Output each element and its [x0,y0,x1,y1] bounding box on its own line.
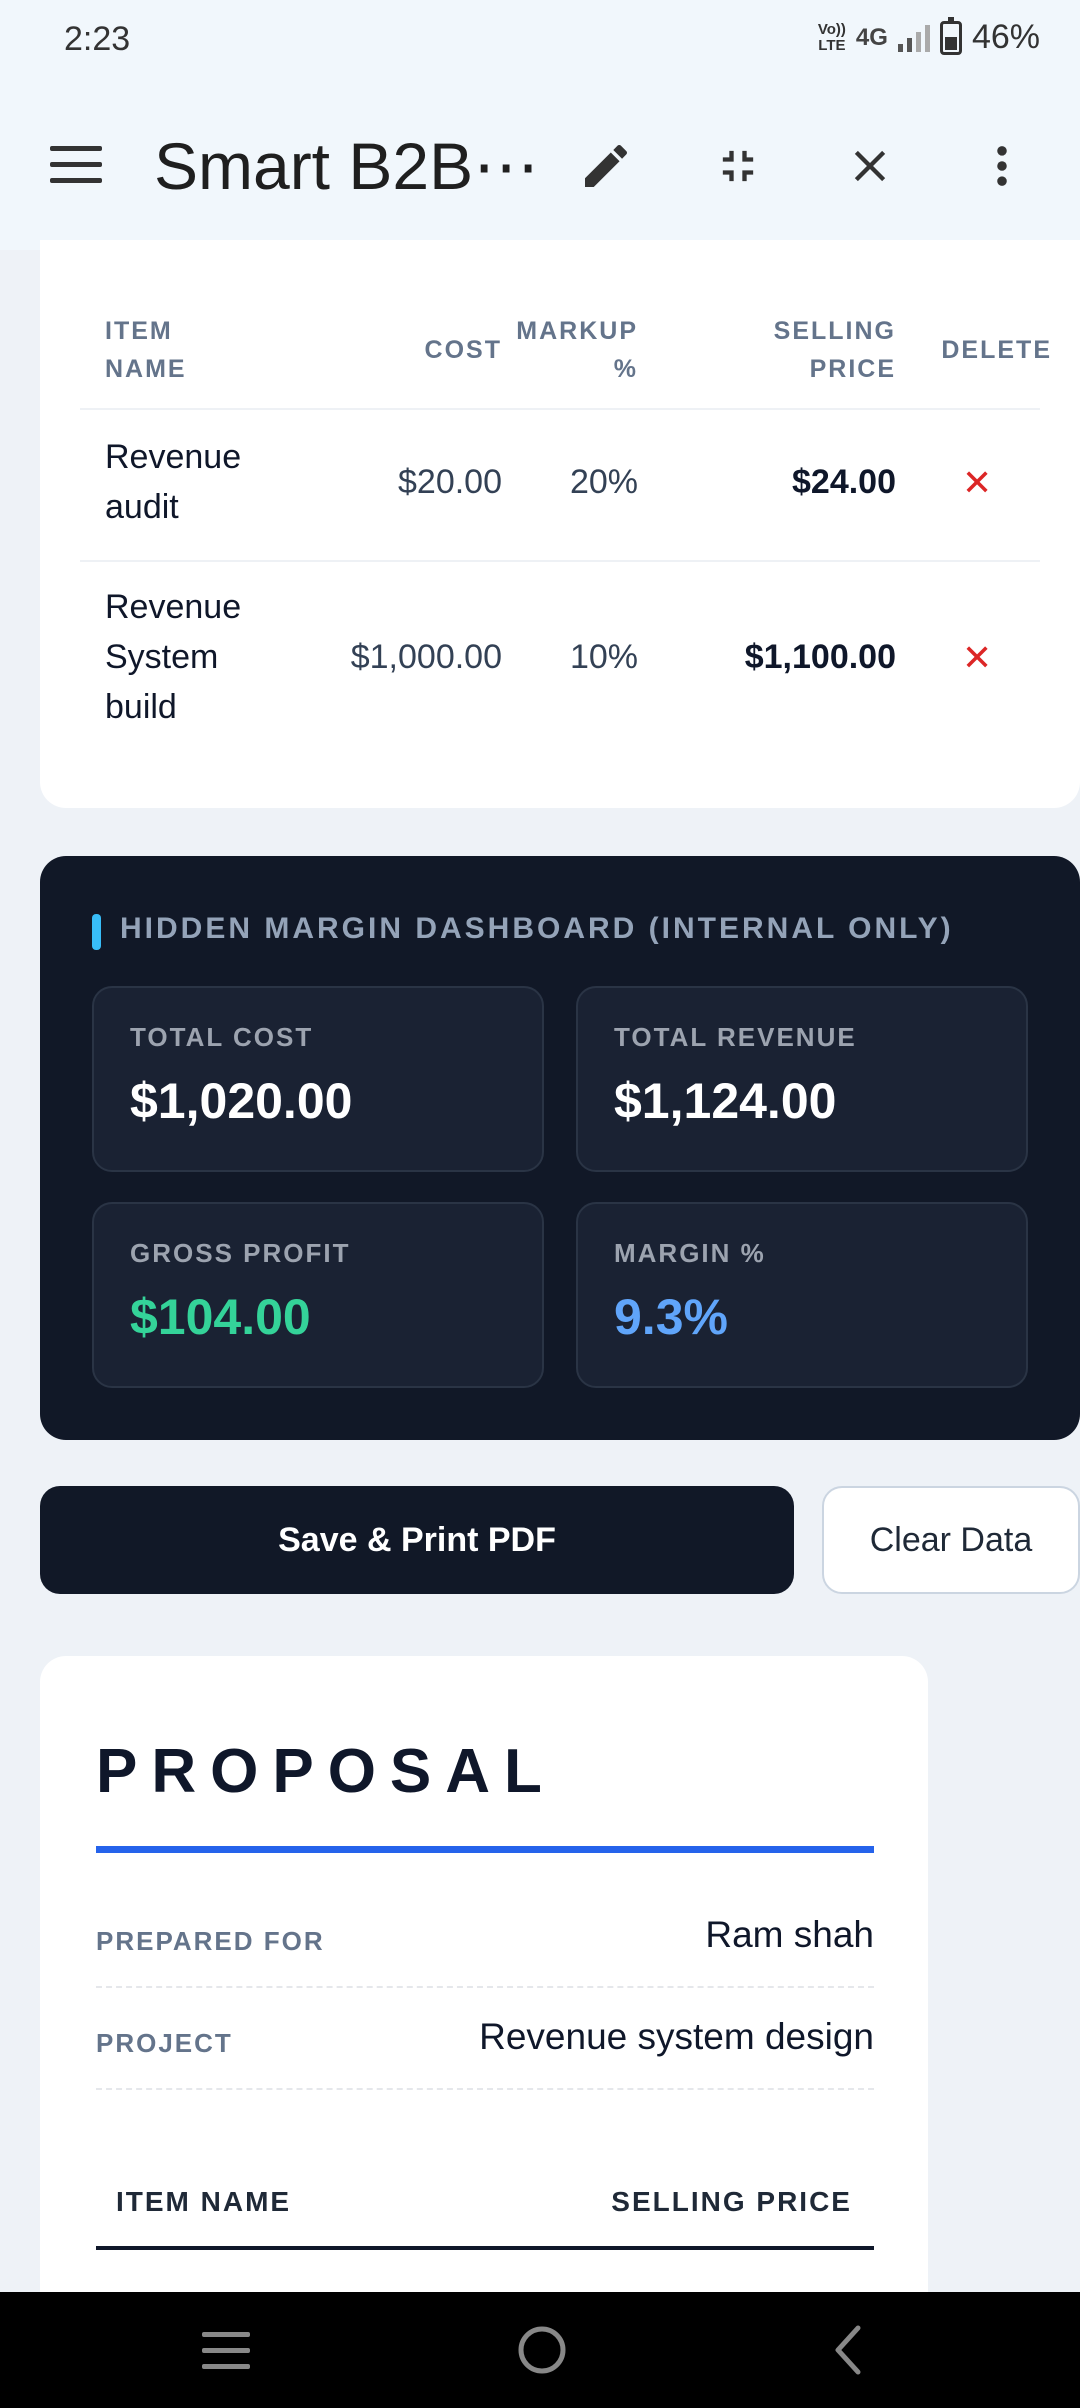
items-table-card: ITEM NAME COST MARKUP% SELLING PRICE DELET… [40,240,1080,808]
save-print-pdf-button[interactable]: Save & Print PDF [40,1486,794,1594]
battery-icon [939,16,962,55]
edit-icon[interactable] [570,130,642,202]
metric-total-revenue: TOTAL REVENUE $1,124.00 [576,986,1028,1172]
row-cost: $1,000.00 [350,638,502,676]
metric-total-cost: TOTAL COST $1,020.00 [92,986,544,1172]
accent-bar [92,914,101,950]
system-nav-bar [0,2292,1080,2408]
prepared-for-value: Ram shah [705,1914,874,1955]
recent-apps-icon[interactable] [200,2330,256,2377]
col-header-selling-price: SELLING PRICE [773,317,896,383]
network-type: 4G [855,23,888,51]
col-header-item-name: ITEM NAME [105,317,187,383]
status-icons: Vo)) LTE 4G 46% [817,16,1040,57]
metric-label: GROSS PROFIT [130,1238,351,1268]
home-icon[interactable] [514,2322,570,2383]
proposal-accent-line [96,1846,874,1853]
header-divider [80,408,1040,410]
prepared-for-label: PREPARED FOR [96,1926,325,1956]
row-markup: 20% [569,463,638,501]
metric-value: 9.3% [614,1289,728,1345]
proposal-col-item-name: ITEM NAME [116,2186,292,2217]
proposal-title: PROPOSAL [96,1737,556,1806]
volte-icon: Vo)) LTE [817,20,846,54]
more-vert-icon[interactable] [966,130,1038,202]
page-title: Smart B2B⋯ [154,129,540,203]
close-icon[interactable] [834,130,906,202]
metric-value: $1,124.00 [614,1073,837,1129]
metric-value: $1,020.00 [130,1073,353,1129]
row-item-name: Revenue audit [105,438,242,526]
col-header-delete: DELETE [941,336,1052,364]
divider [96,2088,874,2090]
clear-data-button[interactable]: Clear Data [822,1486,1080,1594]
app-bar: Smart B2B⋯ [0,80,1080,250]
metric-value: $104.00 [130,1289,311,1345]
metric-margin-percent: MARGIN % 9.3% [576,1202,1028,1388]
proposal-header-rule [96,2246,874,2250]
menu-icon[interactable] [50,146,102,184]
row-selling-price: $24.00 [792,463,896,501]
project-label: PROJECT [96,2028,233,2058]
delete-row-button[interactable]: ✕ [962,462,992,504]
metric-label: TOTAL REVENUE [614,1022,857,1052]
row-markup: 10% [569,638,638,676]
row-item-name: Revenue System build [105,588,242,726]
proposal-col-selling-price: SELLING PRICE [611,2186,852,2217]
metric-label: MARGIN % [614,1238,766,1268]
status-bar: 2:23 Vo)) LTE 4G 46% [0,0,1080,80]
battery-percent: 46% [971,18,1040,56]
divider [96,1986,874,1988]
signal-icon [897,24,930,52]
collapse-icon[interactable] [702,130,774,202]
delete-row-button[interactable]: ✕ [962,637,992,679]
dashboard-heading: HIDDEN MARGIN DASHBOARD (INTERNAL ONLY) [120,912,954,945]
metric-label: TOTAL COST [130,1022,314,1052]
status-time: 2:23 [64,20,131,58]
col-header-markup: MARKUP% [516,317,638,383]
back-icon[interactable] [828,2322,868,2383]
row-selling-price: $1,100.00 [744,638,896,676]
project-value: Revenue system design [479,2016,874,2057]
col-header-cost: COST [424,336,502,364]
row-divider [80,560,1040,562]
margin-dashboard: HIDDEN MARGIN DASHBOARD (INTERNAL ONLY) … [40,856,1080,1440]
row-cost: $20.00 [398,463,502,501]
metric-gross-profit: GROSS PROFIT $104.00 [92,1202,544,1388]
